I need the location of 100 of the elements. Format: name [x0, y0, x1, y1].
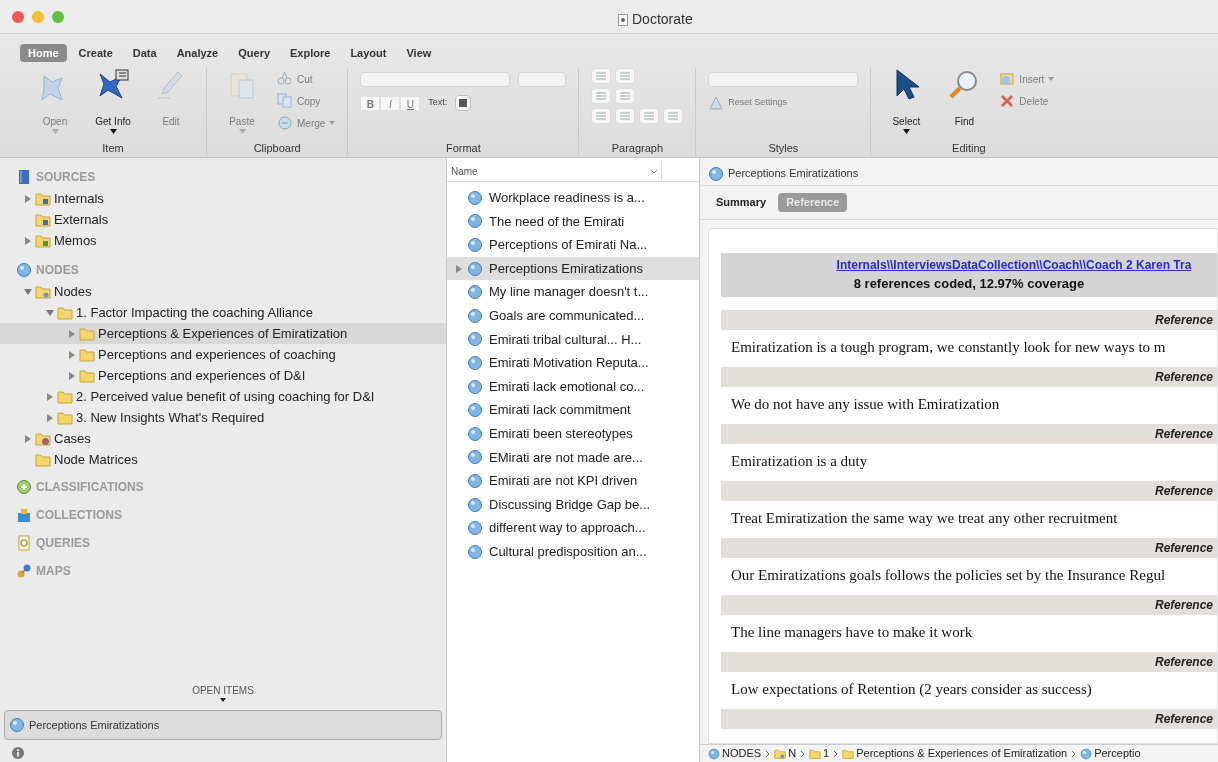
- list-row[interactable]: Emirati lack commitment: [447, 398, 699, 422]
- list-row[interactable]: Discussing Bridge Gap be...: [447, 492, 699, 517]
- detail-tab[interactable]: Summary: [712, 193, 771, 212]
- outdent-button[interactable]: [591, 88, 612, 104]
- list-row[interactable]: Emirati lack emotional co...: [447, 374, 699, 399]
- tree-row[interactable]: Perceptions and experiences of coaching: [0, 344, 446, 365]
- breadcrumb-item[interactable]: Perceptions & Experiences of Emiratization: [842, 745, 1068, 762]
- node-icon: [467, 307, 483, 324]
- folder-icon: [79, 325, 95, 342]
- ribbon-button[interactable]: Find: [941, 68, 988, 129]
- breadcrumb-item[interactable]: NODES: [708, 745, 762, 762]
- tree-row[interactable]: 3. New Insights What's Required: [0, 407, 446, 428]
- tree-label: Perceptions and experiences of coaching: [98, 345, 336, 364]
- ribbon-tab[interactable]: Create: [70, 44, 121, 62]
- style-button[interactable]: I: [380, 95, 401, 111]
- reference-text: Low expectations of Retention (2 years consider as success): [731, 681, 1092, 697]
- info-icon[interactable]: [12, 747, 24, 759]
- tree-row-selected[interactable]: Perceptions & Experiences of Emiratization: [0, 323, 446, 344]
- tree-row[interactable]: 1. Factor Impacting the coaching Alliance: [0, 302, 446, 323]
- breadcrumb-item[interactable]: Perceptio: [1080, 745, 1141, 762]
- ribbon-button[interactable]: Get Info: [90, 68, 136, 134]
- ribbon-tab[interactable]: Layout: [342, 44, 395, 62]
- tree-row[interactable]: 2. Perceived value benefit of using coaching for D&I: [0, 386, 446, 407]
- ribbon-tab[interactable]: Data: [124, 44, 165, 62]
- disclosure-triangle-icon[interactable]: [24, 286, 32, 297]
- disclosure-triangle-icon[interactable]: [24, 433, 32, 444]
- caret-icon: [902, 129, 910, 134]
- coverage-text: 8 references coded, 12.97% coverage: [853, 275, 1085, 294]
- list-row[interactable]: different way to approach...: [447, 516, 699, 540]
- text-color-button[interactable]: [455, 95, 472, 111]
- tree-row[interactable]: Node Matrices: [0, 449, 446, 470]
- list-row[interactable]: My line manager doesn't t...: [447, 280, 699, 304]
- ribbon-tab[interactable]: Query: [230, 44, 279, 62]
- list-row[interactable]: Cultural predisposition an...: [447, 539, 699, 564]
- tree-label: Externals: [54, 210, 109, 229]
- list-row[interactable]: Perceptions Emiratizations: [447, 256, 699, 281]
- list-row[interactable]: Workplace readiness is a...: [447, 186, 699, 210]
- list-row[interactable]: Goals are communicated...: [447, 303, 699, 328]
- reference-text: We do not have any issue with Emiratization: [731, 396, 1000, 412]
- lines-icon: [667, 111, 680, 121]
- disclosure-triangle-icon[interactable]: [46, 307, 54, 318]
- numbering-button[interactable]: [615, 68, 636, 84]
- size-dropdown[interactable]: [518, 72, 567, 87]
- font-dropdown[interactable]: [360, 72, 511, 87]
- list-row[interactable]: Emirati Motivation Reputa...: [447, 351, 699, 375]
- ribbon-button[interactable]: Select: [883, 68, 930, 134]
- align-center-button[interactable]: [615, 108, 636, 124]
- style-button[interactable]: B: [360, 95, 381, 111]
- disclosure-triangle-icon[interactable]: [24, 193, 32, 204]
- disclosure-triangle-icon[interactable]: [24, 235, 32, 246]
- tree-row[interactable]: Externals: [0, 209, 446, 230]
- ribbon-tab[interactable]: Explore: [282, 44, 339, 62]
- chevron-icon: [833, 749, 839, 758]
- tree-row[interactable]: Perceptions and experiences of D&I: [0, 365, 446, 386]
- disclosure-triangle-icon[interactable]: [68, 370, 76, 381]
- caret-icon[interactable]: [220, 698, 226, 702]
- node-icon: [467, 260, 483, 277]
- list-row[interactable]: Perceptions of Emirati Na...: [447, 233, 699, 257]
- node-icon: [467, 284, 483, 301]
- document-icon: [618, 13, 628, 26]
- disclosure-triangle-icon[interactable]: [68, 349, 76, 360]
- node-icon: [16, 262, 32, 278]
- disclosure-triangle-icon[interactable]: [46, 412, 54, 423]
- style-dropdown[interactable]: [708, 72, 859, 87]
- list-row[interactable]: Emirati been stereotypes: [447, 421, 699, 446]
- breadcrumb-item[interactable]: 1: [809, 745, 830, 762]
- indent-button[interactable]: [615, 88, 636, 104]
- node-icon: [467, 496, 483, 513]
- folder-icon: [842, 747, 855, 760]
- tree-row[interactable]: Cases: [0, 428, 446, 449]
- tree-label: Cases: [54, 429, 91, 448]
- list-row[interactable]: EMirati are not made are...: [447, 445, 699, 470]
- column-header[interactable]: Name: [447, 162, 662, 181]
- minimize-button[interactable]: [32, 10, 44, 23]
- node-icon: [467, 331, 483, 348]
- zoom-button[interactable]: [52, 10, 64, 23]
- align-left-button[interactable]: [591, 108, 612, 124]
- align-right-button[interactable]: [639, 108, 660, 124]
- ribbon-tab[interactable]: Analyze: [168, 44, 227, 62]
- query-icon: [16, 535, 32, 551]
- justify-button[interactable]: [663, 108, 684, 124]
- ribbon-tab[interactable]: View: [398, 44, 440, 62]
- pushpin-info-icon: [96, 68, 130, 102]
- disclosure-triangle-icon[interactable]: [46, 391, 54, 402]
- open-item-tab[interactable]: Perceptions Emiratizations: [4, 710, 442, 740]
- tree-row[interactable]: Internals: [0, 188, 446, 209]
- close-button[interactable]: [12, 10, 24, 23]
- source-link[interactable]: Internals\\InterviewsDataCollection\\Coach\\Coach 2 Karen Tra: [746, 256, 1192, 275]
- folder-icon: [35, 451, 51, 468]
- list-row[interactable]: Emirati are not KPI driven: [447, 469, 699, 493]
- bullets-button[interactable]: [591, 68, 612, 84]
- tree-row[interactable]: Nodes: [0, 281, 446, 302]
- list-row[interactable]: Emirati tribal cultural... H...: [447, 327, 699, 352]
- breadcrumb-item[interactable]: N: [774, 745, 797, 762]
- tree-row[interactable]: Memos: [0, 230, 446, 251]
- list-row[interactable]: The need of the Emirati: [447, 209, 699, 234]
- disclosure-triangle-icon[interactable]: [68, 328, 76, 339]
- disclosure-triangle-icon[interactable]: [455, 263, 463, 274]
- reference-heading: Reference: [1154, 483, 1213, 500]
- style-button[interactable]: U: [400, 95, 421, 111]
